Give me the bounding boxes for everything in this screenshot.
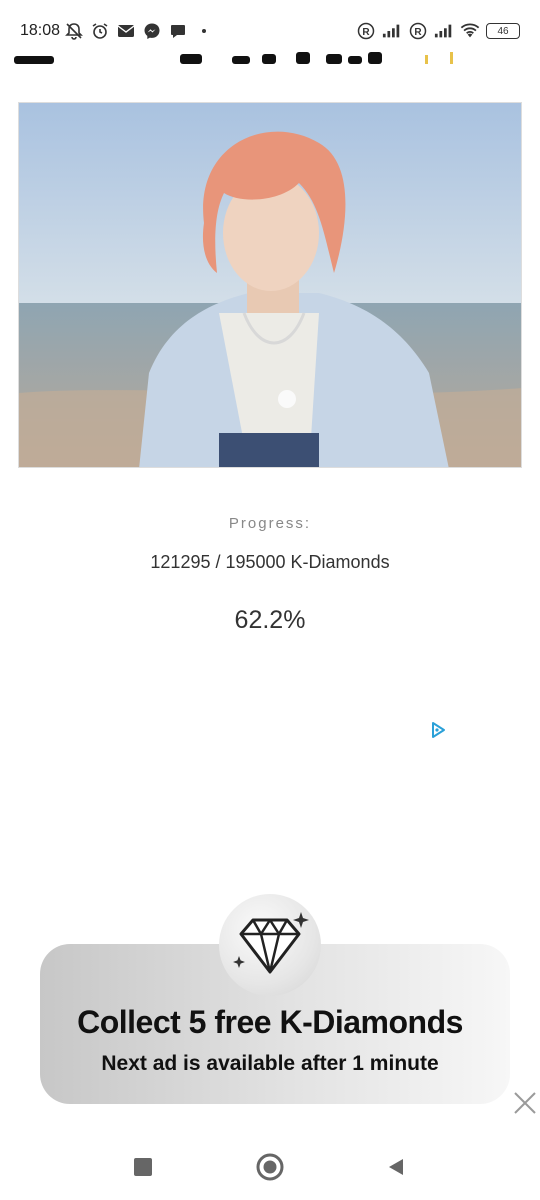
recents-square-icon[interactable]	[128, 1152, 158, 1182]
hero-photo	[18, 102, 522, 468]
progress-label: Progress:	[228, 515, 312, 532]
close-icon[interactable]	[512, 1090, 538, 1116]
navigation-bar	[0, 1134, 540, 1200]
progress-count: 121295 / 195000 K-Diamonds	[150, 552, 390, 572]
reward-title: Collect 5 free K-Diamonds	[77, 1004, 463, 1040]
adchoices-icon[interactable]	[428, 720, 448, 740]
home-circle-icon[interactable]	[255, 1152, 285, 1182]
diamond-icon	[233, 912, 309, 974]
scrolled-heading-fragment	[0, 28, 540, 64]
reward-subtitle: Next ad is available after 1 minute	[101, 1052, 439, 1075]
progress-percent: 62.2%	[234, 606, 306, 634]
diamond-badge	[219, 894, 321, 996]
back-triangle-icon[interactable]	[381, 1152, 411, 1182]
